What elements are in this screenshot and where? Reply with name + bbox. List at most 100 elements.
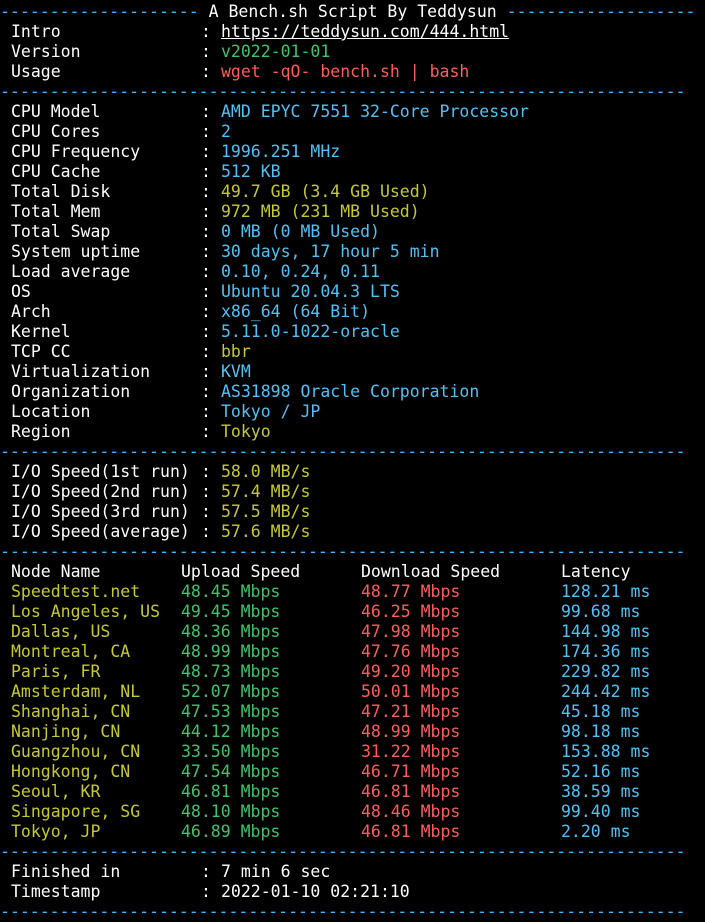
system-info-value: Tokyo — [221, 422, 271, 441]
system-info-value: 5.11.0-1022-oracle — [221, 322, 400, 341]
system-info-colon: : — [201, 182, 211, 201]
system-info-label: System uptime — [11, 242, 141, 261]
timestamp-label: Timestamp — [11, 882, 101, 901]
io-speed-value: 57.5 MB/s — [221, 502, 311, 521]
system-info-row: Location: Tokyo / JP — [0, 402, 705, 422]
system-info-row: Organization: AS31898 Oracle Corporation — [0, 382, 705, 402]
io-speed-row: I/O Speed(3rd run):57.5 MB/s — [0, 502, 705, 522]
header-title: A Bench.sh Script By Teddysun — [198, 2, 507, 21]
system-info-value: 49.7 GB (3.4 GB Used) — [221, 182, 430, 201]
node-name-cell: Dallas, US — [11, 622, 111, 641]
io-speed-label: I/O Speed(1st run) — [11, 462, 190, 481]
download-speed-cell: 49.20 Mbps — [361, 662, 461, 681]
header-latency: Latency — [561, 562, 631, 581]
separator: ----------------------------------------… — [0, 842, 686, 861]
io-speed-value: 58.0 MB/s — [221, 462, 311, 481]
system-info-colon: : — [201, 322, 211, 341]
upload-speed-cell: 48.36 Mbps — [181, 622, 281, 641]
system-info-colon: : — [201, 362, 211, 381]
io-speed-row: I/O Speed(2nd run):57.4 MB/s — [0, 482, 705, 502]
io-speed-label: I/O Speed(average) — [11, 522, 190, 541]
system-info-label: Region — [11, 422, 71, 441]
table-row: Los Angeles, US 49.45 Mbps 46.25 Mbps 99.68… — [0, 602, 705, 622]
upload-speed-cell: 46.89 Mbps — [181, 822, 281, 841]
system-info-value: 30 days, 17 hour 5 min — [221, 242, 440, 261]
download-speed-cell: 31.22 Mbps — [361, 742, 461, 761]
system-info-value: 0.10, 0.24, 0.11 — [221, 262, 380, 281]
latency-cell: 99.68 ms — [561, 602, 641, 621]
system-info-value: x86_64 (64 Bit) — [221, 302, 371, 321]
latency-cell: 98.18 ms — [561, 722, 641, 741]
timestamp-value: 2022-01-10 02:21:10 — [221, 882, 410, 901]
node-name-cell: Los Angeles, US — [11, 602, 161, 621]
download-speed-cell: 47.98 Mbps — [361, 622, 461, 641]
upload-speed-cell: 47.54 Mbps — [181, 762, 281, 781]
system-info-row: Total Disk:49.7 GB (3.4 GB Used) — [0, 182, 705, 202]
system-info-row: CPU Model: AMD EPYC 7551 32-Core Processo… — [0, 102, 705, 122]
io-speed-label: I/O Speed(3rd run) — [11, 502, 190, 521]
node-name-cell: Seoul, KR — [11, 782, 101, 801]
io-speed-colon: : — [201, 522, 211, 541]
system-info-label: CPU Model — [11, 102, 101, 121]
download-speed-cell: 46.71 Mbps — [361, 762, 461, 781]
system-info-label: OS — [11, 282, 31, 301]
io-speed-label: I/O Speed(2nd run) — [11, 482, 190, 501]
system-info-label: Total Mem — [11, 202, 101, 221]
system-info-label: Location — [11, 402, 91, 421]
system-info-value: 2 — [221, 122, 231, 141]
table-row: Guangzhou, CN 33.50 Mbps 31.22 Mbps 153.88 … — [0, 742, 705, 762]
system-info-label: CPU Cores — [11, 122, 101, 141]
upload-speed-cell: 33.50 Mbps — [181, 742, 281, 761]
finished-colon: : — [201, 862, 211, 881]
table-row: Singapore, SG 48.10 Mbps 48.46 Mbps 99.40 m… — [0, 802, 705, 822]
system-info-value: 972 MB (231 MB Used) — [221, 202, 420, 221]
system-info-label: Virtualization — [11, 362, 151, 381]
version-label: Version — [11, 42, 81, 61]
latency-cell: 45.18 ms — [561, 702, 641, 721]
node-name-cell: Nanjing, CN — [11, 722, 121, 741]
system-info-value: bbr — [221, 342, 251, 361]
system-info-row: Total Mem:972 MB (231 MB Used) — [0, 202, 705, 222]
download-speed-cell: 48.99 Mbps — [361, 722, 461, 741]
system-info-value: 512 KB — [221, 162, 281, 181]
intro-colon: : — [201, 22, 211, 41]
upload-speed-cell: 49.45 Mbps — [181, 602, 281, 621]
finished-row: Finished in : 7 min 6 sec — [0, 862, 705, 882]
system-info-row: TCP CC: bbr — [0, 342, 705, 362]
terminal-window: -------------------- A Bench.sh Script B… — [0, 0, 705, 921]
upload-speed-cell: 46.81 Mbps — [181, 782, 281, 801]
node-name-cell: Paris, FR — [11, 662, 101, 681]
system-info-row: CPU Frequency:1996.251 MHz — [0, 142, 705, 162]
header-banner: -------------------- A Bench.sh Script B… — [0, 2, 705, 22]
system-info-label: Load average — [11, 262, 131, 281]
header-dashes-right: ------------------- — [506, 2, 696, 21]
intro-link[interactable]: https://teddysun.com/444.html — [221, 22, 509, 42]
upload-speed-cell: 48.99 Mbps — [181, 642, 281, 661]
system-info-row: Virtualization: KVM — [0, 362, 705, 382]
system-info-colon: : — [201, 342, 211, 361]
latency-cell: 52.16 ms — [561, 762, 641, 781]
system-info-label: Arch — [11, 302, 51, 321]
system-info-label: Total Swap — [11, 222, 111, 241]
usage-row: Usage : wget -qO- bench.sh | bash — [0, 62, 705, 82]
download-speed-cell: 50.01 Mbps — [361, 682, 461, 701]
system-info-row: System uptime:30 days, 17 hour 5 min — [0, 242, 705, 262]
system-info-label: Organization — [11, 382, 131, 401]
system-info-label: Total Disk — [11, 182, 111, 201]
node-name-cell: Guangzhou, CN — [11, 742, 141, 761]
timestamp-colon: : — [201, 882, 211, 901]
system-info-colon: : — [201, 202, 211, 221]
upload-speed-cell: 48.73 Mbps — [181, 662, 281, 681]
node-name-cell: Hongkong, CN — [11, 762, 131, 781]
upload-speed-cell: 47.53 Mbps — [181, 702, 281, 721]
node-name-cell: Singapore, SG — [11, 802, 141, 821]
system-info-label: TCP CC — [11, 342, 71, 361]
system-info-colon: : — [201, 142, 211, 161]
system-info-colon: : — [201, 302, 211, 321]
system-info-value: KVM — [221, 362, 251, 381]
latency-cell: 244.42 ms — [561, 682, 651, 701]
system-info-colon: : — [201, 282, 211, 301]
io-speed-row: I/O Speed(1st run):58.0 MB/s — [0, 462, 705, 482]
node-name-cell: Tokyo, JP — [11, 822, 101, 841]
header-dashes-left: -------------------- — [0, 2, 199, 21]
